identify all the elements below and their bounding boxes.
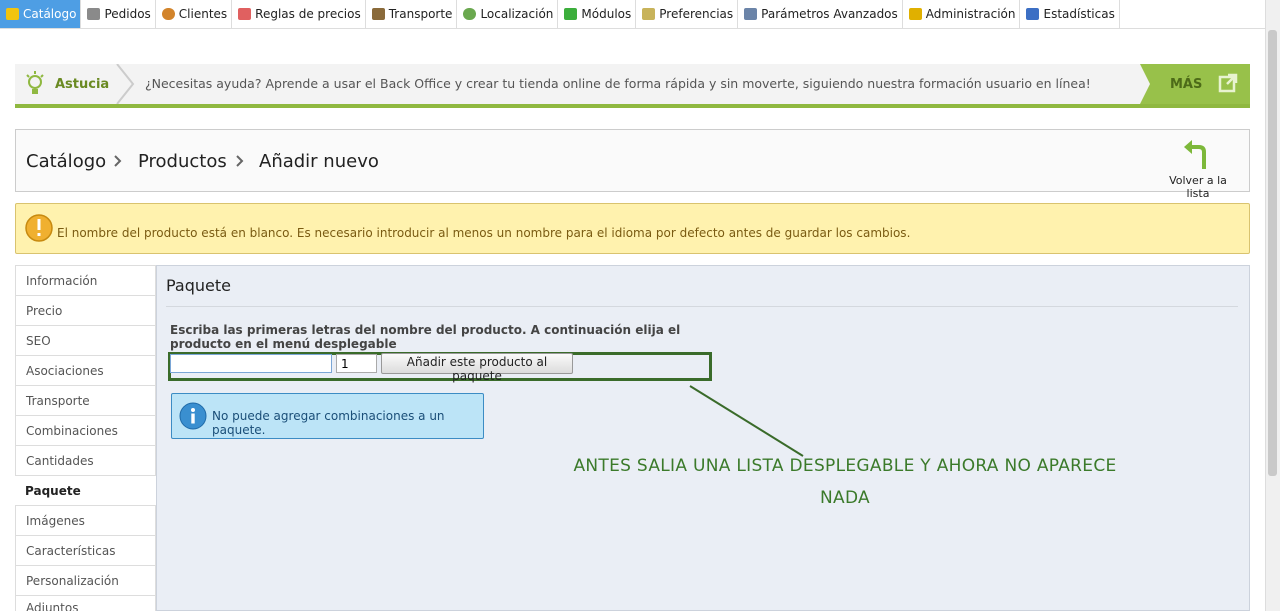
quantity-input[interactable] [336, 354, 377, 373]
tab-seo[interactable]: SEO [15, 325, 156, 355]
breadcrumb-item-catalogo[interactable]: Catálogo [26, 151, 106, 172]
nav-label: Localización [480, 7, 554, 21]
tip-text: ¿Necesitas ayuda? Aprende a usar el Back… [145, 76, 1091, 91]
nav-label: Preferencias [659, 7, 734, 21]
panel-title: Paquete [166, 276, 231, 295]
tab-combinaciones[interactable]: Combinaciones [15, 415, 156, 445]
tab-personalizacion[interactable]: Personalización [15, 565, 156, 595]
annotation-line-1: ANTES SALIA UNA LISTA DESPLEGABLE Y AHOR… [573, 456, 1117, 476]
product-search-label: Escriba las primeras letras del nombre d… [170, 323, 681, 351]
nav-clientes[interactable]: Clientes [156, 0, 233, 28]
more-button[interactable]: MÁS [1140, 64, 1250, 104]
tab-transporte[interactable]: Transporte [15, 385, 156, 415]
tab-cantidades[interactable]: Cantidades [15, 445, 156, 475]
user-icon [161, 8, 175, 20]
truck-icon [371, 8, 385, 20]
nav-administracion[interactable]: Administración [903, 0, 1021, 28]
tab-caracteristicas[interactable]: Características [15, 535, 156, 565]
preferences-icon [642, 8, 656, 20]
nav-reglas-precios[interactable]: Reglas de precios [232, 0, 366, 28]
tab-adjuntos[interactable]: Adjuntos [15, 595, 156, 611]
notch [1140, 64, 1150, 104]
chevron-right-icon [236, 155, 244, 167]
cart-icon [87, 8, 101, 20]
vertical-scrollbar[interactable] [1265, 0, 1280, 611]
nav-label: Parámetros Avanzados [761, 7, 898, 21]
warning-alert: El nombre del producto está en blanco. E… [15, 203, 1250, 254]
tab-paquete[interactable]: Paquete [15, 475, 156, 505]
nav-label: Clientes [178, 7, 228, 21]
nav-preferencias[interactable]: Preferencias [636, 0, 739, 28]
info-icon [179, 402, 207, 430]
chevron-right-icon [114, 155, 122, 167]
annotation-text: ANTES SALIA UNA LISTA DESPLEGABLE Y AHOR… [570, 450, 1120, 514]
nav-label: Administración [925, 7, 1016, 21]
nav-label: Catálogo [23, 7, 77, 21]
price-rule-icon [238, 8, 252, 20]
nav-estadisticas[interactable]: Estadísticas [1020, 0, 1120, 28]
top-nav: Catálogo Pedidos Clientes Reglas de prec… [0, 0, 1266, 29]
annotation-line-2: NADA [820, 488, 870, 508]
bar-chart-icon [1026, 8, 1040, 20]
tab-imagenes[interactable]: Imágenes [15, 505, 156, 535]
nav-label: Reglas de precios [255, 7, 361, 21]
nav-localizacion[interactable]: Localización [457, 0, 559, 28]
nav-parametros-avanzados[interactable]: Parámetros Avanzados [738, 0, 903, 28]
globe-icon [463, 8, 477, 20]
tab-informacion[interactable]: Información [15, 265, 156, 295]
tip-label: Astucia [55, 77, 110, 92]
breadcrumb-item-current: Añadir nuevo [259, 151, 379, 172]
nav-label: Pedidos [104, 7, 151, 21]
pack-panel: Paquete Escriba las primeras letras del … [156, 265, 1250, 611]
nav-label: Estadísticas [1043, 7, 1115, 21]
external-link-icon [1218, 73, 1238, 93]
add-to-pack-button[interactable]: Añadir este producto al paquete [381, 353, 573, 383]
more-label: MÁS [1170, 77, 1203, 92]
wrench-icon [744, 8, 758, 20]
nav-pedidos[interactable]: Pedidos [81, 0, 156, 28]
warning-icon [25, 214, 53, 242]
nav-modulos[interactable]: Módulos [558, 0, 637, 28]
product-search-input[interactable] [170, 354, 332, 373]
divider [166, 306, 1238, 307]
nav-label: Transporte [388, 7, 453, 21]
back-to-list-button[interactable]: Volver a la lista [1158, 140, 1238, 200]
breadcrumb-item-productos[interactable]: Productos [138, 151, 227, 172]
lightbulb-icon [26, 71, 44, 94]
nav-transporte[interactable]: Transporte [366, 0, 458, 28]
warning-text: El nombre del producto está en blanco. E… [57, 226, 911, 240]
nav-label: Módulos [581, 7, 632, 21]
back-arrow-icon [1184, 140, 1206, 169]
puzzle-icon [564, 8, 578, 20]
info-text: No puede agregar combinaciones a un paqu… [212, 409, 445, 437]
product-tabs: Información Precio SEO Asociaciones Tran… [15, 265, 156, 611]
tab-precio[interactable]: Precio [15, 295, 156, 325]
scrollbar-thumb[interactable] [1268, 30, 1277, 476]
breadcrumb-bar: Catálogo Productos Añadir nuevo Volver a… [15, 129, 1250, 200]
tip-bar: Astucia ¿Necesitas ayuda? Aprende a usar… [15, 64, 1250, 108]
chevron-separator-icon [116, 64, 135, 104]
info-alert: No puede agregar combinaciones a un paqu… [171, 393, 484, 439]
folder-icon [6, 8, 19, 20]
key-icon [908, 8, 922, 20]
back-label: Volver a la lista [1169, 174, 1227, 200]
nav-catalogo[interactable]: Catálogo [0, 0, 82, 28]
tab-asociaciones[interactable]: Asociaciones [15, 355, 156, 385]
